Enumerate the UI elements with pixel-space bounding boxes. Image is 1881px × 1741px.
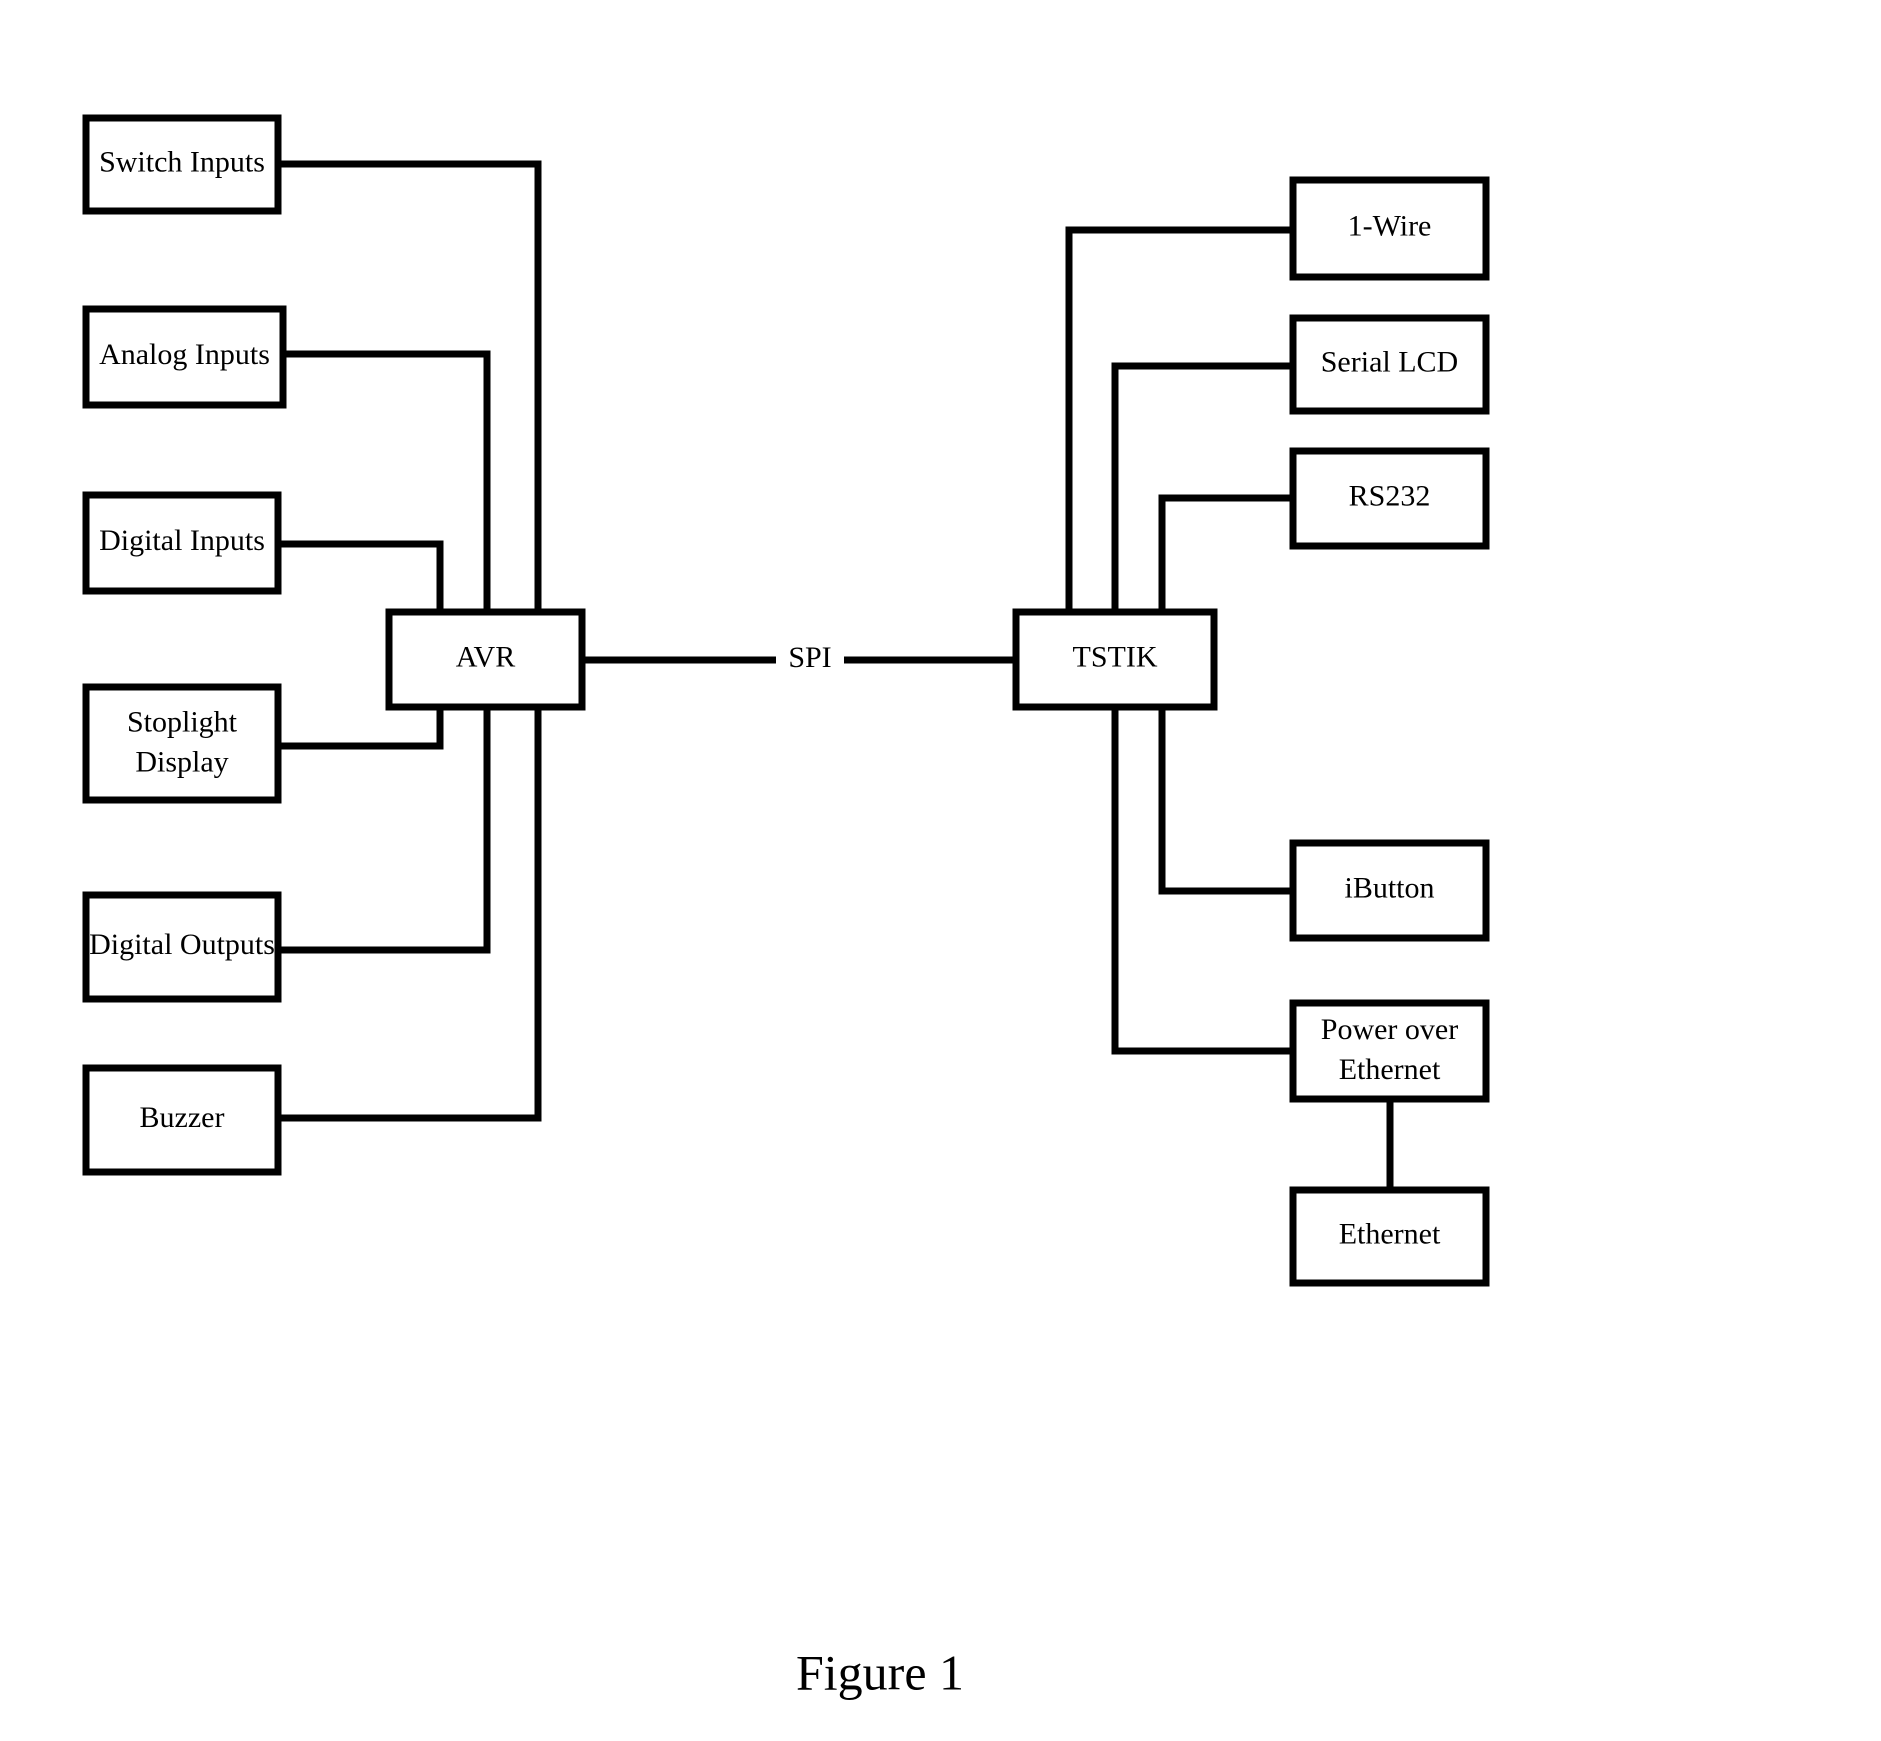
connector-buzzer-to-avr — [278, 660, 542, 1122]
node-analog-inputs[interactable]: Analog Inputs — [82, 305, 287, 409]
node-label-digital-inputs: Digital Inputs — [99, 524, 265, 557]
connector-switch-inputs-to-avr — [278, 160, 542, 660]
node-label2-stoplight-display: Display — [135, 745, 228, 778]
node-label-serial-lcd: Serial LCD — [1321, 345, 1458, 378]
node-rs232[interactable]: RS232 — [1289, 447, 1490, 550]
nodes-layer: Switch Inputs Analog Inputs Digital Inputs… — [82, 114, 1490, 1287]
edge-labels-layer: SPI — [776, 640, 844, 680]
node-label-rs232: RS232 — [1349, 479, 1431, 512]
node-stoplight-display[interactable]: Stoplight Display — [82, 683, 282, 804]
node-buzzer[interactable]: Buzzer — [82, 1064, 282, 1176]
node-label-digital-outputs: Digital Outputs — [89, 928, 275, 961]
connector-tstik-to-rs232 — [1158, 494, 1293, 612]
edge-label-spi-label: SPI — [776, 640, 844, 680]
node-serial-lcd[interactable]: Serial LCD — [1289, 314, 1490, 415]
node-box-stoplight-display — [82, 683, 282, 804]
diagram-canvas: Switch Inputs Analog Inputs Digital Inputs… — [82, 114, 1490, 1700]
connector-tstik-to-one-wire — [1065, 226, 1293, 612]
node-digital-outputs[interactable]: Digital Outputs — [82, 891, 282, 1003]
node-one-wire[interactable]: 1-Wire — [1289, 176, 1490, 281]
node-label-power-over-ethernet: Power over — [1321, 1013, 1458, 1046]
node-tstik[interactable]: TSTIK — [1012, 608, 1218, 711]
node-label-one-wire: 1-Wire — [1348, 209, 1432, 242]
connector-tstik-to-poe — [1111, 707, 1293, 1055]
node-label-buzzer: Buzzer — [140, 1101, 225, 1134]
node-avr[interactable]: AVR — [385, 608, 586, 711]
node-label-switch-inputs: Switch Inputs — [99, 145, 265, 178]
node-ibutton[interactable]: iButton — [1289, 839, 1490, 942]
node-label2-power-over-ethernet: Ethernet — [1339, 1053, 1441, 1086]
block-diagram-figure: Switch Inputs Analog Inputs Digital Inputs… — [0, 0, 1881, 1741]
node-label-analog-inputs: Analog Inputs — [99, 338, 270, 371]
figure-caption: Figure 1 — [796, 1644, 964, 1700]
node-digital-inputs[interactable]: Digital Inputs — [82, 491, 282, 595]
node-label-ibutton: iButton — [1344, 871, 1434, 904]
node-label-ethernet: Ethernet — [1339, 1217, 1441, 1250]
node-switch-inputs[interactable]: Switch Inputs — [82, 114, 282, 215]
connector-tstik-to-ibutton — [1158, 707, 1293, 895]
node-label-tstik: TSTIK — [1073, 640, 1158, 673]
connector-tstik-to-serial-lcd — [1111, 362, 1293, 612]
node-power-over-ethernet[interactable]: Power over Ethernet — [1289, 999, 1490, 1103]
edge-label-text-spi-label: SPI — [788, 641, 831, 674]
node-ethernet[interactable]: Ethernet — [1289, 1186, 1490, 1287]
node-label-avr: AVR — [456, 640, 515, 673]
node-label-stoplight-display: Stoplight — [127, 705, 238, 738]
